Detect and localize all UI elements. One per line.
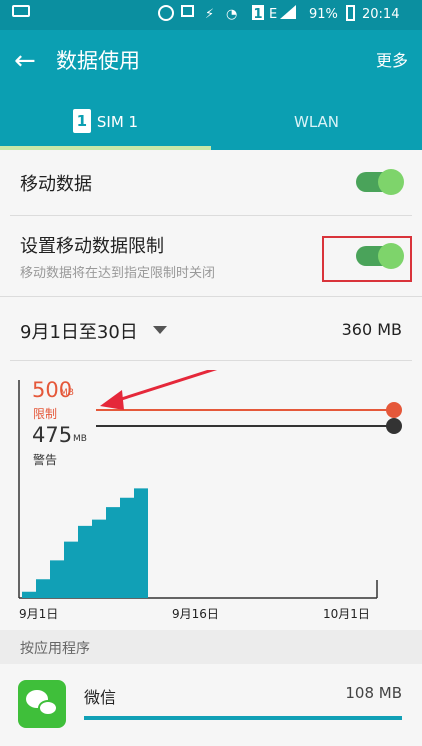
period-total-usage: 360 MB [341, 320, 402, 339]
mobile-data-toggle[interactable] [356, 169, 404, 195]
battery-percent: 91% [309, 7, 338, 22]
limit-label: 限制 [33, 407, 58, 421]
sim-card-icon: 1 [72, 108, 91, 133]
tab-bar: 1 SIM 1 WLAN [0, 95, 422, 150]
dropdown-arrow-icon[interactable] [153, 326, 167, 334]
data-limit-description: 移动数据将在达到指定限制时关闭 [20, 266, 216, 281]
warning-value: 475 [32, 423, 73, 447]
x-tick-label: 10月1日 [323, 607, 370, 621]
tab-wlan[interactable]: WLAN [211, 95, 422, 150]
usage-area [22, 485, 148, 598]
section-header: 按应用程序 [0, 630, 422, 664]
divider [0, 296, 422, 297]
x-tick-label: 9月16日 [172, 607, 219, 621]
alarm-icon [158, 5, 174, 21]
annotation-highlight-box [322, 236, 412, 282]
mail-icon [12, 5, 30, 17]
wechat-icon [18, 680, 66, 728]
wifi-icon: ◔ [226, 7, 238, 22]
limit-unit: MB [60, 388, 74, 398]
divider [10, 360, 412, 361]
status-bar: ⚡ ◔ 1 E 91% 20:14 [0, 0, 422, 30]
warning-unit: MB [73, 434, 87, 444]
app-bar: ← 数据使用 更多 [0, 30, 422, 95]
section-header-label: 按应用程序 [20, 641, 90, 657]
app-usage-row[interactable]: 微信 108 MB [0, 664, 422, 746]
app-name: 微信 [84, 688, 117, 707]
lock-icon [181, 5, 194, 17]
app-usage-bar [84, 716, 402, 720]
network-type: E [269, 7, 278, 22]
warning-handle[interactable] [386, 418, 402, 434]
annotation-arrow-head [100, 390, 124, 410]
more-button[interactable]: 更多 [376, 50, 408, 72]
mute-icon: ⚡ [205, 7, 215, 22]
clock: 20:14 [362, 7, 400, 22]
mobile-data-label: 移动数据 [20, 174, 92, 195]
tab-sim1[interactable]: 1 SIM 1 [0, 95, 211, 150]
app-usage-value: 108 MB [345, 684, 402, 702]
data-usage-content: 移动数据 设置移动数据限制 移动数据将在达到指定限制时关闭 9月1日至30日 3… [0, 150, 422, 746]
billing-period-selector[interactable]: 9月1日至30日 [20, 318, 138, 344]
toggle-knob [378, 169, 404, 195]
usage-chart-svg [18, 370, 402, 599]
battery-icon [346, 5, 355, 21]
chat-bubble [38, 700, 58, 716]
warning-label: 警告 [33, 453, 58, 467]
x-tick-label: 9月1日 [19, 607, 59, 621]
tab-sim1-label: SIM 1 [96, 113, 139, 131]
signal-icon [280, 5, 296, 19]
sim-indicator-icon: 1 [252, 5, 264, 22]
divider [10, 215, 412, 216]
back-arrow-icon[interactable]: ← [14, 48, 40, 74]
data-limit-label: 设置移动数据限制 [20, 236, 164, 257]
annotation-arrow [111, 370, 218, 404]
limit-handle[interactable] [386, 402, 402, 418]
page-title: 数据使用 [56, 49, 140, 73]
usage-chart: 500 MB 限制 475 MB 警告 9月1日 9月16日 10月1日 [0, 370, 422, 630]
